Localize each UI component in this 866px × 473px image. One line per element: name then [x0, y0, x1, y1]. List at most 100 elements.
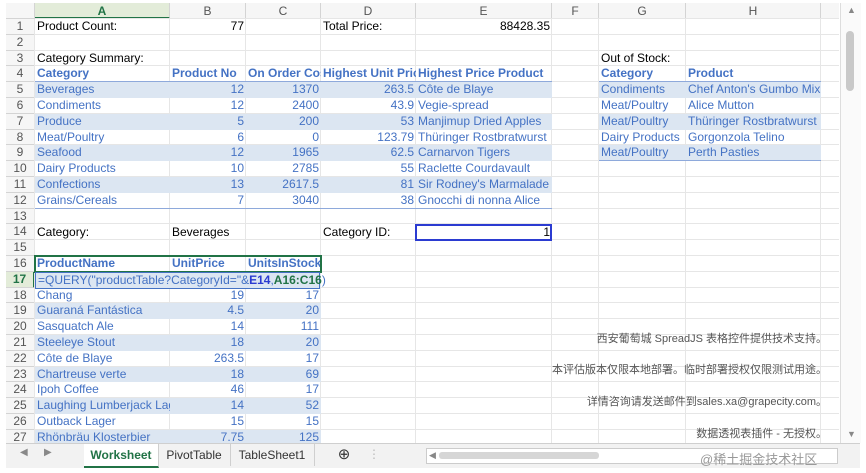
- tab-splitter-icon[interactable]: ⋮: [368, 447, 380, 461]
- row-header-3[interactable]: 3: [6, 50, 35, 67]
- column-header-g[interactable]: G: [599, 3, 686, 19]
- select-all-corner[interactable]: [6, 3, 35, 19]
- products-cell[interactable]: 17: [246, 351, 321, 367]
- summary-cell[interactable]: 81: [321, 177, 416, 193]
- column-header-f[interactable]: F: [552, 3, 599, 19]
- row-header-7[interactable]: 7: [6, 113, 35, 130]
- row-header-25[interactable]: 25: [6, 398, 35, 414]
- products-cell[interactable]: 18: [170, 335, 246, 351]
- row-header-19[interactable]: 19: [6, 303, 35, 320]
- summary-cell[interactable]: 53: [321, 114, 416, 130]
- row-header-16[interactable]: 16: [6, 256, 35, 272]
- oos-cell[interactable]: Perth Pasties: [686, 145, 821, 161]
- summary-cell[interactable]: Gnocchi di nonna Alice: [416, 193, 552, 209]
- row-header-5[interactable]: 5: [6, 82, 35, 98]
- tab-next-icon[interactable]: ▶: [44, 447, 52, 458]
- summary-cell[interactable]: 55: [321, 161, 416, 177]
- products-cell[interactable]: 15: [246, 414, 321, 430]
- summary-cell[interactable]: Beverages: [35, 82, 170, 98]
- summary-cell[interactable]: Confections: [35, 177, 170, 193]
- products-cell[interactable]: Sasquatch Ale: [35, 319, 170, 335]
- summary-cell[interactable]: Sir Rodney's Marmalade: [416, 177, 552, 193]
- row-header-18[interactable]: 18: [6, 287, 35, 304]
- row-header-17[interactable]: 17: [6, 271, 35, 288]
- scroll-left-icon[interactable]: ◀: [429, 450, 436, 461]
- category-filter-value[interactable]: Beverages: [170, 225, 246, 241]
- summary-cell[interactable]: Côte de Blaye: [416, 82, 552, 98]
- products-cell[interactable]: 14: [170, 398, 246, 414]
- products-cell[interactable]: 20: [246, 335, 321, 351]
- products-cell[interactable]: 20: [246, 303, 321, 319]
- oos-cell[interactable]: Chef Anton's Gumbo Mix: [686, 82, 821, 98]
- summary-cell[interactable]: 10: [170, 161, 246, 177]
- oos-cell[interactable]: Condiments: [599, 82, 686, 98]
- oos-cell[interactable]: Alice Mutton: [686, 98, 821, 114]
- row-header-27[interactable]: 27: [6, 429, 35, 443]
- row-header-4[interactable]: 4: [6, 66, 35, 83]
- row-header-26[interactable]: 26: [6, 414, 35, 430]
- summary-cell[interactable]: 1370: [246, 82, 321, 98]
- summary-cell[interactable]: 2785: [246, 161, 321, 177]
- product-count-label[interactable]: Product Count:: [35, 19, 170, 35]
- row-header-21[interactable]: 21: [6, 335, 35, 351]
- summary-cell[interactable]: Produce: [35, 114, 170, 130]
- oos-cell[interactable]: Thüringer Rostbratwurst: [686, 114, 821, 130]
- oos-cell[interactable]: Dairy Products: [599, 130, 686, 146]
- summary-cell[interactable]: Raclette Courdavault: [416, 161, 552, 177]
- summary-cell[interactable]: 5: [170, 114, 246, 130]
- category-summary-label[interactable]: Category Summary:: [35, 51, 235, 67]
- row-header-24[interactable]: 24: [6, 382, 35, 399]
- category-id-label[interactable]: Category ID:: [321, 225, 416, 241]
- summary-header-cell[interactable]: Category: [35, 66, 170, 82]
- summary-cell[interactable]: 0: [246, 130, 321, 146]
- column-header-b[interactable]: B: [170, 3, 246, 19]
- summary-cell[interactable]: 62.5: [321, 145, 416, 161]
- products-cell[interactable]: 7.75: [170, 430, 246, 443]
- summary-header-cell[interactable]: On Order Cost: [246, 66, 321, 82]
- summary-cell[interactable]: 200: [246, 114, 321, 130]
- oos-cell[interactable]: Gorgonzola Telino: [686, 130, 821, 146]
- summary-header-cell[interactable]: Highest Unit Price: [321, 66, 416, 82]
- row-header-10[interactable]: 10: [6, 161, 35, 177]
- row-header-1[interactable]: 1: [6, 19, 35, 35]
- summary-header-cell[interactable]: Product No: [170, 66, 246, 82]
- products-cell[interactable]: 69: [246, 367, 321, 383]
- formula-editor[interactable]: =QUERY("productTable?CategoryId="&E14,A1…: [35, 272, 326, 289]
- products-cell[interactable]: Steeleye Stout: [35, 335, 170, 351]
- products-cell[interactable]: Laughing Lumberjack Lager: [35, 398, 170, 414]
- row-header-14[interactable]: 14: [6, 224, 35, 241]
- out-of-stock-label[interactable]: Out of Stock:: [599, 51, 699, 67]
- column-header-h[interactable]: H: [686, 3, 821, 19]
- products-cell[interactable]: Côte de Blaye: [35, 351, 170, 367]
- scroll-down-icon[interactable]: ▼: [847, 429, 856, 439]
- summary-cell[interactable]: 2400: [246, 98, 321, 114]
- products-cell[interactable]: Outback Lager: [35, 414, 170, 430]
- products-cell[interactable]: 18: [170, 367, 246, 383]
- oos-cell[interactable]: Meat/Poultry: [599, 98, 686, 114]
- summary-cell[interactable]: Manjimup Dried Apples: [416, 114, 552, 130]
- summary-cell[interactable]: 12: [170, 98, 246, 114]
- column-header-c[interactable]: C: [246, 3, 321, 19]
- row-header-13[interactable]: 13: [6, 208, 35, 225]
- products-cell[interactable]: 52: [246, 398, 321, 414]
- summary-cell[interactable]: 3040: [246, 193, 321, 209]
- products-cell[interactable]: 111: [246, 319, 321, 335]
- products-cell[interactable]: 17: [246, 288, 321, 304]
- summary-cell[interactable]: Carnarvon Tigers: [416, 145, 552, 161]
- scroll-up-icon[interactable]: ▲: [847, 5, 856, 15]
- tab-prev-icon[interactable]: ◀: [20, 447, 28, 458]
- column-header-a[interactable]: A: [35, 3, 170, 19]
- summary-cell[interactable]: Condiments: [35, 98, 170, 114]
- summary-cell[interactable]: Vegie-spread: [416, 98, 552, 114]
- horizontal-scroll-thumb[interactable]: [439, 452, 599, 459]
- summary-cell[interactable]: Seafood: [35, 145, 170, 161]
- summary-header-cell[interactable]: Highest Price Product: [416, 66, 552, 82]
- summary-cell[interactable]: 13: [170, 177, 246, 193]
- summary-cell[interactable]: 1965: [246, 145, 321, 161]
- summary-cell[interactable]: 7: [170, 193, 246, 209]
- products-cell[interactable]: 4.5: [170, 303, 246, 319]
- tab-tablesheet1[interactable]: TableSheet1: [230, 444, 315, 466]
- row-header-2[interactable]: 2: [6, 34, 35, 51]
- products-cell[interactable]: 46: [170, 382, 246, 398]
- oos-cell[interactable]: Meat/Poultry: [599, 145, 686, 161]
